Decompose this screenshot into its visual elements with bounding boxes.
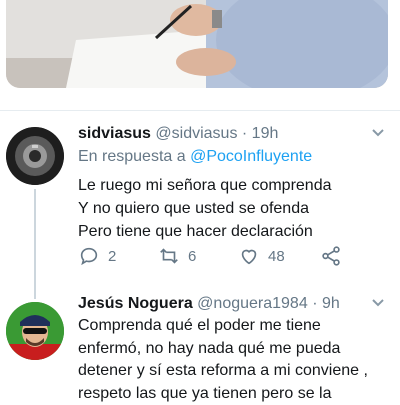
retweet-icon bbox=[158, 245, 180, 267]
tweet-text-line: enfermó, no hay nada qué me pueda bbox=[78, 338, 390, 361]
tweet-text-line: Comprenda qué el poder me tiene bbox=[78, 315, 390, 338]
tweet-text-line: Y no quiero que usted se ofenda bbox=[78, 197, 390, 220]
chevron-down-icon[interactable] bbox=[368, 123, 388, 143]
share-icon bbox=[320, 245, 342, 267]
tweet-header: Jesús Noguera @noguera1984 · 9h bbox=[78, 293, 390, 315]
heart-icon bbox=[238, 245, 260, 267]
chevron-down-icon[interactable] bbox=[368, 293, 388, 313]
tweet-text-line: detener y sí esta reforma a mi conviene … bbox=[78, 360, 390, 383]
tweet-divider bbox=[0, 110, 400, 111]
like-button[interactable]: 48 bbox=[238, 245, 285, 267]
reply-context: En respuesta a @PocoInfluyente bbox=[78, 146, 390, 168]
tweet-media-image[interactable] bbox=[6, 0, 388, 88]
like-count: 48 bbox=[268, 248, 285, 265]
avatar[interactable] bbox=[6, 302, 64, 360]
reply-icon bbox=[78, 245, 100, 267]
display-name[interactable]: sidviasus bbox=[78, 125, 151, 142]
reply-count: 2 bbox=[108, 248, 116, 265]
thread-line bbox=[34, 189, 36, 299]
share-button[interactable] bbox=[320, 245, 350, 267]
retweet-count: 6 bbox=[188, 248, 196, 265]
separator-dot: · bbox=[242, 125, 247, 142]
user-handle[interactable]: @sidviasus bbox=[155, 125, 237, 142]
reply-mention-link[interactable]: @PocoInfluyente bbox=[190, 148, 312, 165]
tweet-content: sidviasus @sidviasus · 19h En respuesta … bbox=[78, 123, 390, 243]
avatar-image bbox=[6, 302, 64, 360]
reply-button[interactable]: 2 bbox=[78, 245, 116, 267]
tweet-actions: 2 6 48 bbox=[78, 245, 348, 269]
timestamp[interactable]: 19h bbox=[252, 125, 279, 142]
tweet-content: Jesús Noguera @noguera1984 · 9h Comprend… bbox=[78, 293, 390, 405]
tweet-text-line: respeto las que ya tienen pero se la bbox=[78, 383, 390, 405]
avatar-image bbox=[6, 127, 64, 185]
tweet-text-line: Pero tiene que hacer declaración bbox=[78, 220, 390, 243]
user-handle[interactable]: @noguera1984 bbox=[197, 295, 308, 312]
reply-tweet-sidviasus[interactable]: sidviasus @sidviasus · 19h En respuesta … bbox=[0, 113, 400, 293]
tweet-text-line: Le ruego mi señora que comprenda bbox=[78, 174, 390, 197]
avatar[interactable] bbox=[6, 127, 64, 185]
display-name[interactable]: Jesús Noguera bbox=[78, 295, 193, 312]
tweet-text: Le ruego mi señora que comprenda Y no qu… bbox=[78, 174, 390, 243]
tweet-header: sidviasus @sidviasus · 19h bbox=[78, 123, 390, 145]
reply-prefix: En respuesta a bbox=[78, 148, 186, 165]
timestamp[interactable]: 9h bbox=[322, 295, 340, 312]
media-illustration bbox=[6, 0, 388, 88]
separator-dot: · bbox=[312, 295, 317, 312]
retweet-button[interactable]: 6 bbox=[158, 245, 196, 267]
reply-tweet-noguera[interactable]: Jesús Noguera @noguera1984 · 9h Comprend… bbox=[0, 290, 400, 400]
tweet-text: Comprenda qué el poder me tiene enfermó,… bbox=[78, 315, 390, 405]
